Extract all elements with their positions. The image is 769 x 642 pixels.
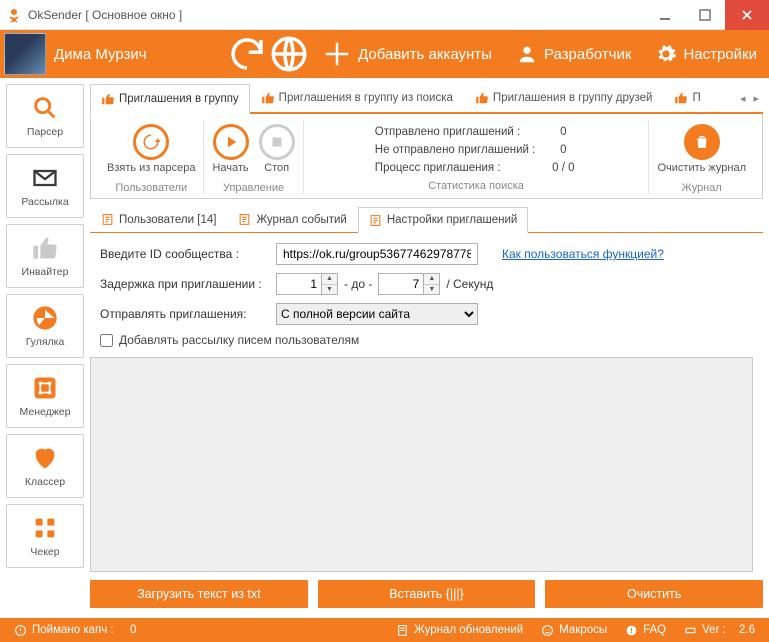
sidebar-item-gulyalka[interactable]: Гулялка — [6, 294, 84, 358]
sidebar-item-checker[interactable]: Чекер — [6, 504, 84, 568]
stat-process-value: 0 / 0 — [549, 162, 577, 174]
status-version: Ver : 2.6 — [678, 624, 761, 637]
tab-invite-search[interactable]: Приглашения в группу из поиска — [250, 84, 464, 112]
tab-scroll[interactable]: ◂▸ — [736, 84, 763, 112]
ribbon-caption-users: Пользователи — [115, 178, 187, 194]
rbtn-label: Очистить журнал — [657, 162, 746, 174]
subtab-label: Журнал событий — [256, 214, 346, 226]
stop-button[interactable]: Стоп — [259, 124, 295, 174]
add-mailing-checkbox[interactable] — [100, 334, 113, 347]
settings-label: Настройки — [683, 46, 757, 63]
clear-button[interactable]: Очистить — [545, 580, 763, 608]
tabs-row: Приглашения в группу Приглашения в групп… — [90, 84, 763, 114]
paste-button[interactable]: Вставить {|||} — [318, 580, 536, 608]
send-mode-select[interactable]: С полной версии сайта — [276, 303, 478, 325]
stat-sent-label: Отправлено приглашений : — [375, 126, 536, 138]
status-macros[interactable]: Макросы — [535, 624, 613, 637]
delay-label: Задержка при приглашении : — [100, 277, 270, 291]
form-area: Введите ID сообщества : Как пользоваться… — [90, 233, 763, 353]
username[interactable]: Дима Мурзич — [54, 46, 147, 63]
tab-label: Приглашения в группу из поиска — [279, 92, 453, 104]
tab-invite-group[interactable]: Приглашения в группу — [90, 84, 250, 114]
ribbon: Взять из парсера Пользователи Начать Сто… — [90, 114, 763, 199]
minimize-button[interactable] — [645, 0, 685, 30]
subtab-label: Пользователи [14] — [119, 214, 216, 226]
stat-process-label: Процесс приглашения : — [375, 162, 536, 174]
settings-button[interactable]: Настройки — [643, 30, 769, 78]
subtabs: Пользователи [14] Журнал событий Настрой… — [90, 207, 763, 233]
help-link[interactable]: Как пользоваться функцией? — [502, 247, 664, 261]
sidebar-item-inviter[interactable]: Инвайтер — [6, 224, 84, 288]
load-txt-button[interactable]: Загрузить текст из txt — [90, 580, 308, 608]
refresh-button[interactable] — [226, 30, 268, 78]
sidebar-item-mailer[interactable]: Рассылка — [6, 154, 84, 218]
tab-label: П — [692, 92, 700, 104]
clear-log-button[interactable]: Очистить журнал — [657, 124, 746, 174]
ribbon-caption-stats: Статистика поиска — [428, 176, 524, 192]
window-title: OkSender [ Основное окно ] — [28, 8, 645, 22]
status-faq[interactable]: ! FAQ — [619, 624, 672, 637]
tab-label: Приглашения в группу — [119, 93, 239, 105]
sidebar-label: Классер — [25, 476, 65, 488]
status-captcha: Поймано капч : 0 — [8, 624, 142, 637]
rbtn-label: Стоп — [264, 162, 289, 174]
maximize-button[interactable] — [685, 0, 725, 30]
sidebar-label: Чекер — [30, 546, 59, 558]
tab-invite-friends[interactable]: Приглашения в группу друзей — [464, 84, 664, 112]
subtab-label: Настройки приглашений — [387, 214, 518, 226]
stat-notsent-label: Не отправлено приглашений : — [375, 144, 536, 156]
sidebar: Парсер Рассылка Инвайтер Гулялка Менедже… — [6, 84, 84, 618]
tab-overflow[interactable]: П — [663, 84, 711, 112]
tab-label: Приглашения в группу друзей — [493, 92, 653, 104]
sidebar-item-manager[interactable]: Менеджер — [6, 364, 84, 428]
close-button[interactable] — [725, 0, 769, 30]
sidebar-label: Инвайтер — [22, 266, 69, 278]
status-updates[interactable]: Журнал обновлений — [390, 624, 529, 637]
add-accounts-button[interactable]: Добавить аккаунты — [310, 30, 504, 78]
rbtn-label: Взять из парсера — [107, 162, 195, 174]
subtab-log[interactable]: Журнал событий — [227, 207, 357, 232]
sidebar-label: Менеджер — [20, 406, 71, 418]
titlebar: OkSender [ Основное окно ] — [0, 0, 769, 30]
sidebar-label: Рассылка — [21, 196, 68, 208]
sidebar-item-parser[interactable]: Парсер — [6, 84, 84, 148]
take-from-parser-button[interactable]: Взять из парсера — [107, 124, 195, 174]
svg-text:!: ! — [630, 626, 633, 635]
statusbar: Поймано капч : 0 Журнал обновлений Макро… — [0, 618, 769, 642]
app-logo-icon — [6, 7, 22, 23]
delay-from-spinner[interactable]: ▲▼ — [276, 273, 338, 295]
community-id-label: Введите ID сообщества : — [100, 247, 270, 261]
stat-sent-value: 0 — [549, 126, 577, 138]
add-mailing-label: Добавлять рассылку писем пользователям — [119, 333, 359, 347]
add-accounts-label: Добавить аккаунты — [358, 46, 492, 63]
delay-unit: / Секунд — [446, 277, 493, 291]
delay-sep: - до - — [344, 277, 372, 291]
ribbon-caption-control: Управление — [223, 178, 284, 194]
developer-label: Разработчик — [544, 46, 631, 63]
sidebar-label: Парсер — [27, 126, 63, 138]
sidebar-item-classer[interactable]: Классер — [6, 434, 84, 498]
send-mode-label: Отправлять приглашения: — [100, 307, 270, 321]
developer-button[interactable]: Разработчик — [504, 30, 643, 78]
message-textarea[interactable] — [90, 357, 753, 572]
avatar[interactable] — [4, 33, 46, 75]
subtab-settings[interactable]: Настройки приглашений — [358, 207, 529, 233]
stat-notsent-value: 0 — [549, 144, 577, 156]
start-button[interactable]: Начать — [212, 124, 248, 174]
sidebar-label: Гулялка — [26, 336, 65, 348]
ribbon-caption-log: Журнал — [682, 178, 722, 194]
delay-to-spinner[interactable]: ▲▼ — [378, 273, 440, 295]
subtab-users[interactable]: Пользователи [14] — [90, 207, 227, 232]
rbtn-label: Начать — [212, 162, 248, 174]
header: Дима Мурзич Добавить аккаунты Разработчи… — [0, 30, 769, 78]
community-id-input[interactable] — [276, 243, 478, 265]
globe-button[interactable] — [268, 30, 310, 78]
